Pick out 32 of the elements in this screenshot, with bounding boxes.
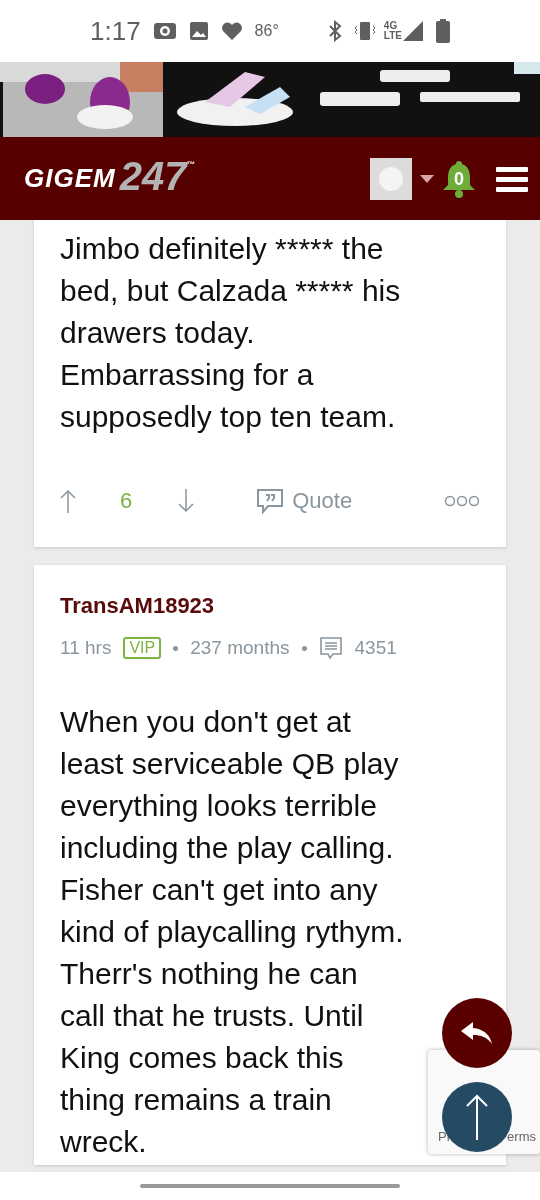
vibrate-icon (353, 20, 376, 42)
reply-icon (461, 1022, 493, 1044)
battery-icon (436, 19, 450, 43)
site-logo[interactable]: GIGEM247™ (24, 159, 195, 198)
temperature: 86° (254, 21, 279, 41)
username[interactable]: TransAM18923 (60, 589, 480, 622)
heart-icon (220, 21, 243, 41)
upvote-icon[interactable] (60, 488, 76, 513)
downvote-icon[interactable] (178, 488, 195, 513)
vip-badge: VIP (123, 637, 162, 660)
vote-count: 6 (120, 487, 133, 515)
arrow-up-icon (465, 1094, 489, 1140)
network-type: 4G LTE (383, 21, 402, 41)
comment-icon (318, 636, 343, 661)
quote-icon (256, 487, 285, 514)
member-tenure: 237 months (190, 636, 290, 660)
avatar[interactable] (370, 157, 412, 200)
post-count: 4351 (354, 636, 397, 660)
post-text: When you don't get at least serviceable QB play everything looks terrible including the play calling. Fisher can't get into any kind of playcalling rythym. Therr's nothing he can call that he trusts. Until King comes back this thing remains a train wreck. (60, 703, 404, 1160)
more-icon[interactable] (444, 494, 480, 507)
post-age: 11 hrs (60, 636, 112, 660)
bluetooth-icon (327, 20, 342, 42)
menu-icon[interactable] (496, 164, 528, 193)
separator-dot (301, 645, 307, 651)
clock: 1:17 (90, 14, 141, 48)
signal-icon (402, 20, 424, 42)
caret-icon[interactable] (420, 174, 434, 183)
camera-icon (152, 21, 177, 41)
post-text: Jimbo definitely ***** the bed, but Calzada ***** his drawers today. Embarrassing for a supposedly top ten team. (60, 231, 402, 435)
quote-button[interactable]: Quote (256, 484, 353, 517)
image-icon (188, 21, 209, 41)
separator-dot (173, 645, 179, 651)
